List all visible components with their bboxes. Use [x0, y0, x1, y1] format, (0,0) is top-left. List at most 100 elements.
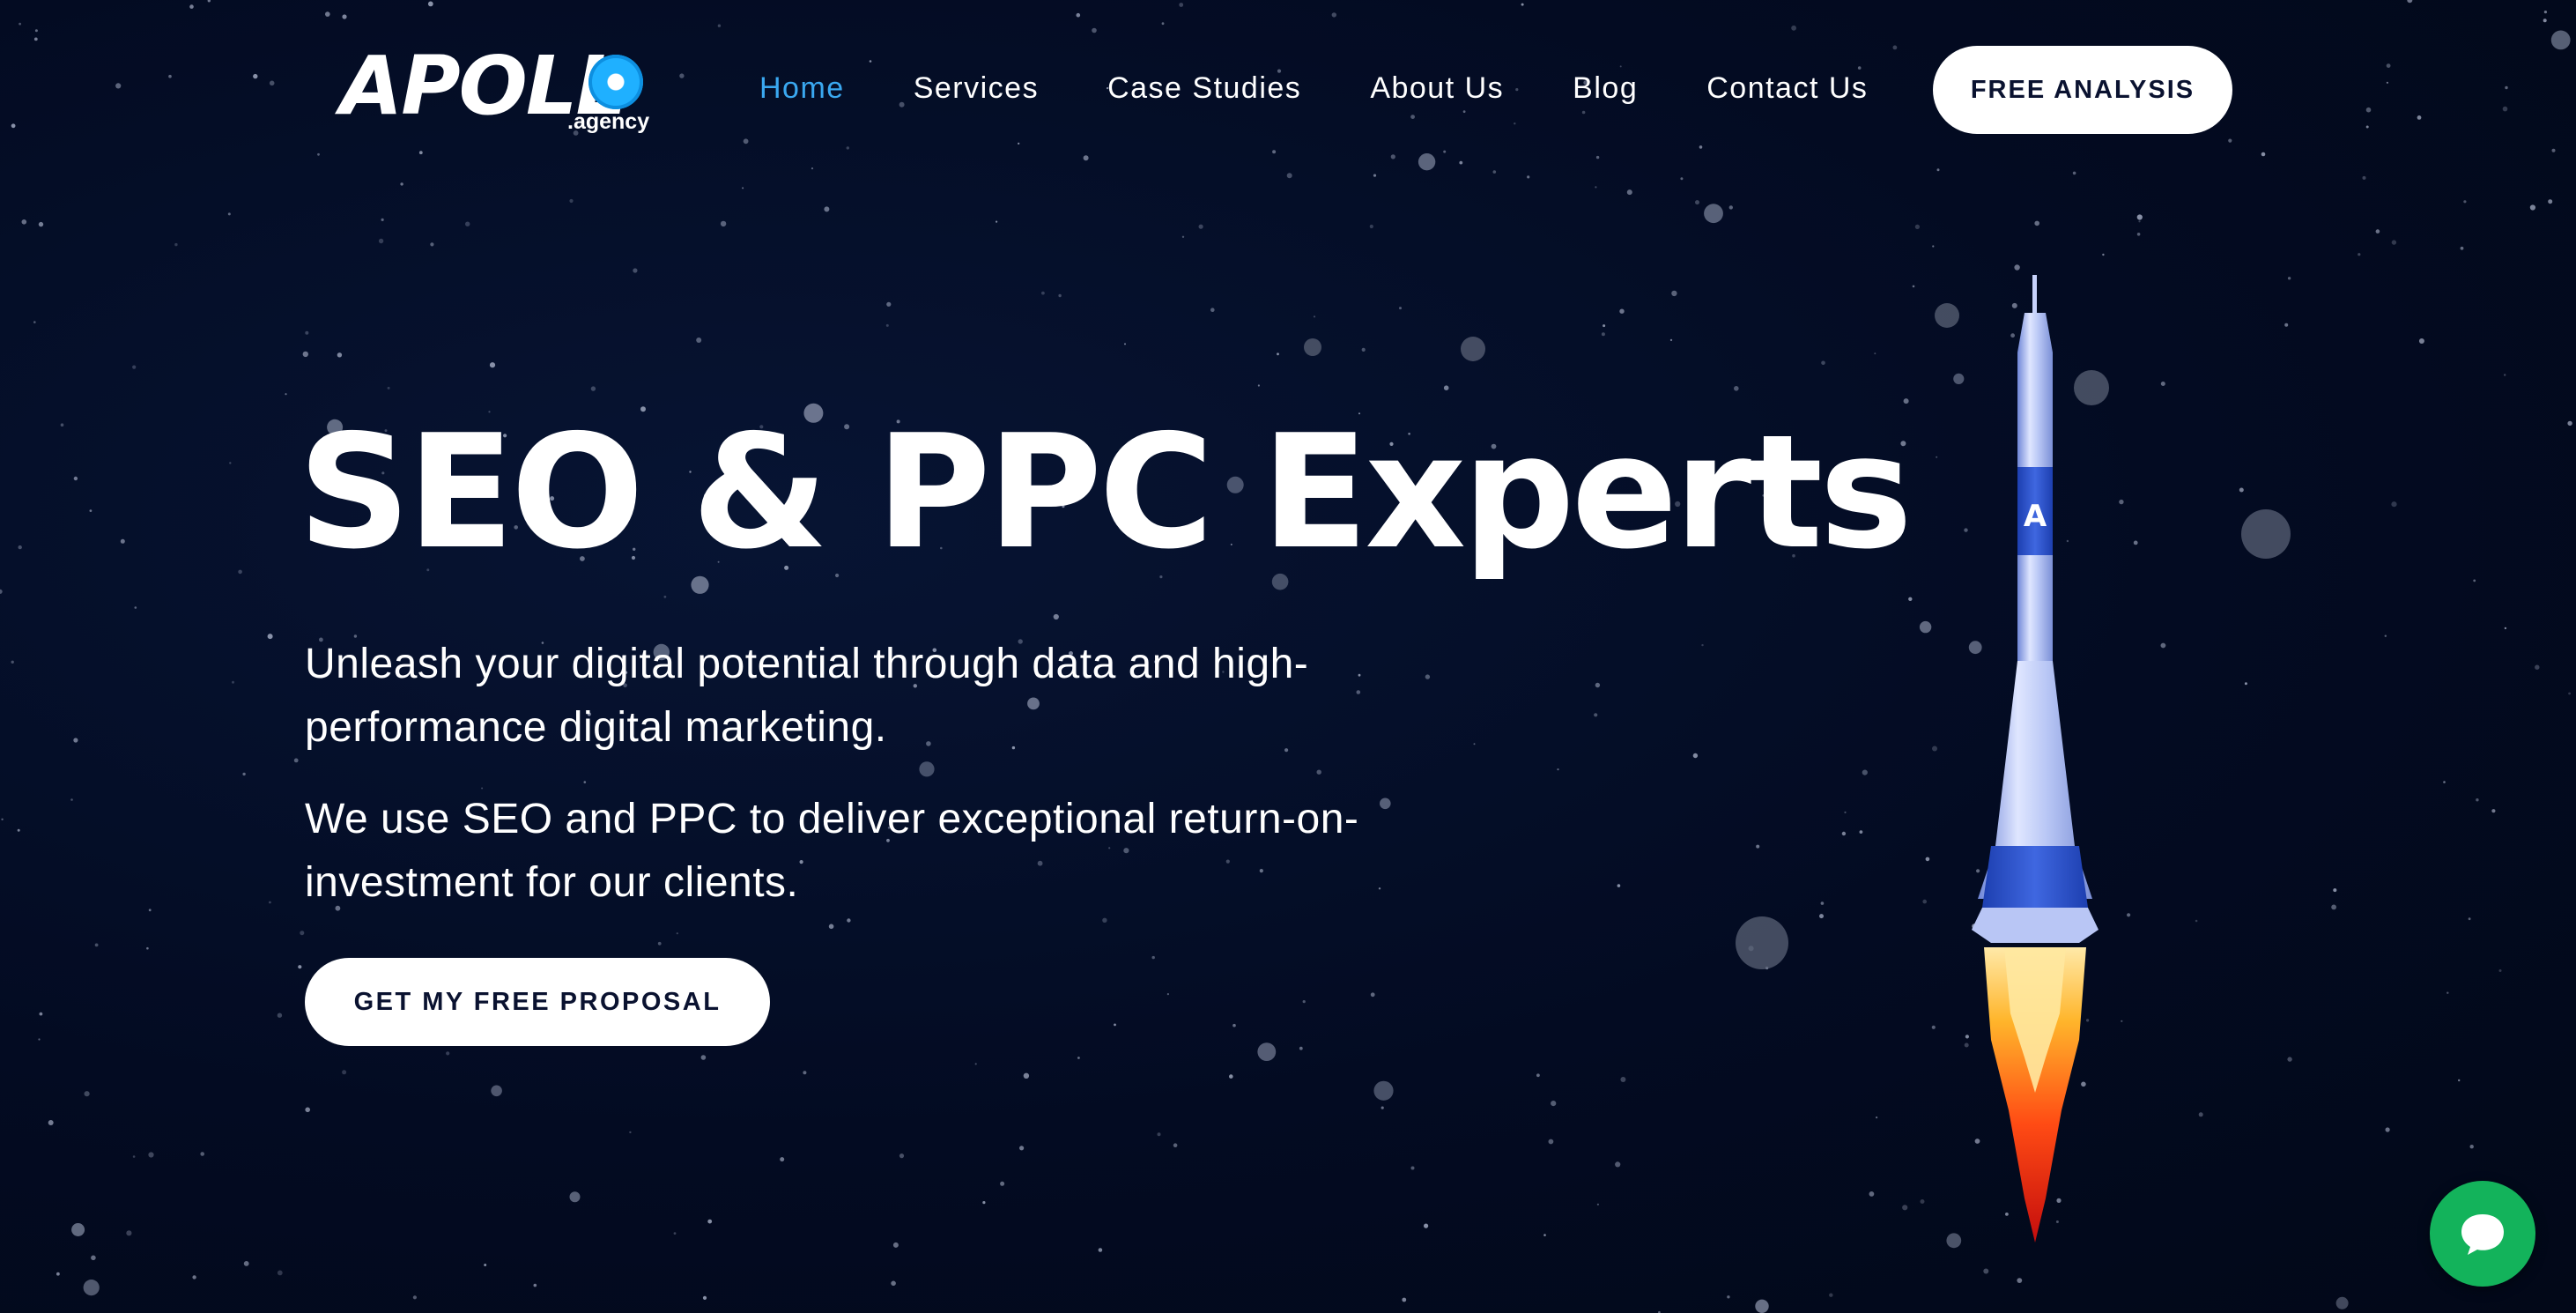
nav-item-case-studies[interactable]: Case Studies	[1107, 71, 1301, 106]
star	[1527, 175, 1530, 179]
star	[1418, 153, 1436, 171]
star	[1695, 200, 1699, 205]
star	[84, 1091, 90, 1097]
star	[2543, 19, 2547, 23]
star	[484, 1264, 487, 1266]
star	[267, 634, 273, 640]
star	[1331, 12, 1337, 18]
star	[132, 1155, 136, 1158]
star	[1390, 154, 1395, 159]
star	[2491, 809, 2496, 813]
star	[19, 22, 21, 26]
star	[533, 1283, 537, 1287]
star	[720, 220, 727, 227]
star	[1443, 385, 1449, 391]
rocket-mid-body	[2017, 555, 2053, 661]
chat-widget-button[interactable]	[2430, 1181, 2535, 1287]
star	[2385, 1127, 2390, 1132]
main-nav: Home Services Case Studies About Us Blog…	[759, 62, 1868, 115]
star	[886, 301, 892, 307]
star	[2138, 220, 2141, 223]
get-free-proposal-button[interactable]: GET MY FREE PROPOSAL	[305, 958, 770, 1046]
star	[1272, 150, 1277, 154]
star	[325, 11, 330, 17]
star	[2228, 138, 2232, 143]
star	[846, 146, 849, 150]
star	[1595, 682, 1601, 688]
star	[1277, 352, 1279, 356]
star	[1173, 1143, 1178, 1147]
star	[803, 1071, 807, 1075]
star	[1841, 831, 1847, 836]
star	[811, 167, 814, 170]
star	[743, 138, 749, 145]
star	[285, 393, 287, 396]
nav-item-about-us[interactable]: About Us	[1370, 71, 1504, 106]
star	[148, 909, 152, 912]
star	[1492, 170, 1497, 174]
moon	[1304, 338, 1321, 356]
star	[2468, 917, 2471, 921]
free-analysis-button[interactable]: FREE ANALYSIS	[1933, 46, 2232, 134]
star	[33, 321, 36, 323]
star	[1410, 1166, 1415, 1170]
star	[387, 386, 390, 389]
nav-item-blog[interactable]: Blog	[1573, 71, 1638, 106]
star	[232, 680, 234, 684]
star	[83, 1280, 100, 1296]
star	[2287, 277, 2291, 280]
star	[1092, 27, 1097, 33]
star	[1179, 3, 1184, 7]
star	[1844, 811, 1847, 814]
star	[342, 14, 347, 19]
rocket-badge: A	[2024, 499, 2047, 534]
star	[342, 1070, 347, 1075]
star	[2034, 220, 2039, 226]
star	[1756, 844, 1760, 849]
star	[1680, 177, 1684, 181]
star	[780, 1157, 785, 1162]
star	[1316, 769, 1321, 775]
star	[2136, 233, 2141, 236]
star	[2362, 175, 2366, 180]
star	[2391, 240, 2397, 245]
star	[2567, 420, 2572, 427]
star	[1299, 1046, 1303, 1050]
star	[1373, 1080, 1394, 1101]
star	[2239, 487, 2244, 493]
star	[91, 1255, 96, 1261]
star	[569, 198, 574, 204]
star	[94, 943, 99, 947]
nav-item-contact-us[interactable]: Contact Us	[1706, 71, 1868, 106]
star	[2446, 991, 2449, 994]
star	[1671, 290, 1677, 297]
star	[1543, 1234, 1546, 1236]
star	[2386, 81, 2388, 84]
star	[229, 462, 232, 464]
star	[919, 761, 935, 777]
star	[1936, 168, 1940, 172]
star	[2473, 579, 2476, 582]
nav-item-services[interactable]: Services	[914, 71, 1039, 106]
star	[446, 1051, 450, 1056]
star	[1058, 293, 1062, 298]
hero-paragraph-2: We use SEO and PPC to deliver exceptiona…	[305, 796, 1359, 906]
star	[1370, 992, 1375, 998]
star	[1727, 1295, 1730, 1299]
star	[242, 772, 246, 776]
star	[1124, 343, 1126, 345]
apollo-logo[interactable]: APOLL .agency	[340, 46, 649, 143]
star	[491, 1085, 502, 1097]
star	[1373, 174, 1377, 177]
star	[1443, 150, 1447, 153]
star	[39, 1012, 43, 1016]
star	[1983, 1268, 1989, 1274]
star	[1626, 189, 1632, 196]
nav-item-home[interactable]: Home	[759, 71, 845, 106]
star	[1908, 597, 1913, 601]
star	[2287, 1057, 2292, 1062]
star	[679, 73, 685, 78]
star	[1369, 224, 1373, 229]
star	[21, 219, 27, 225]
star	[2391, 501, 2397, 508]
